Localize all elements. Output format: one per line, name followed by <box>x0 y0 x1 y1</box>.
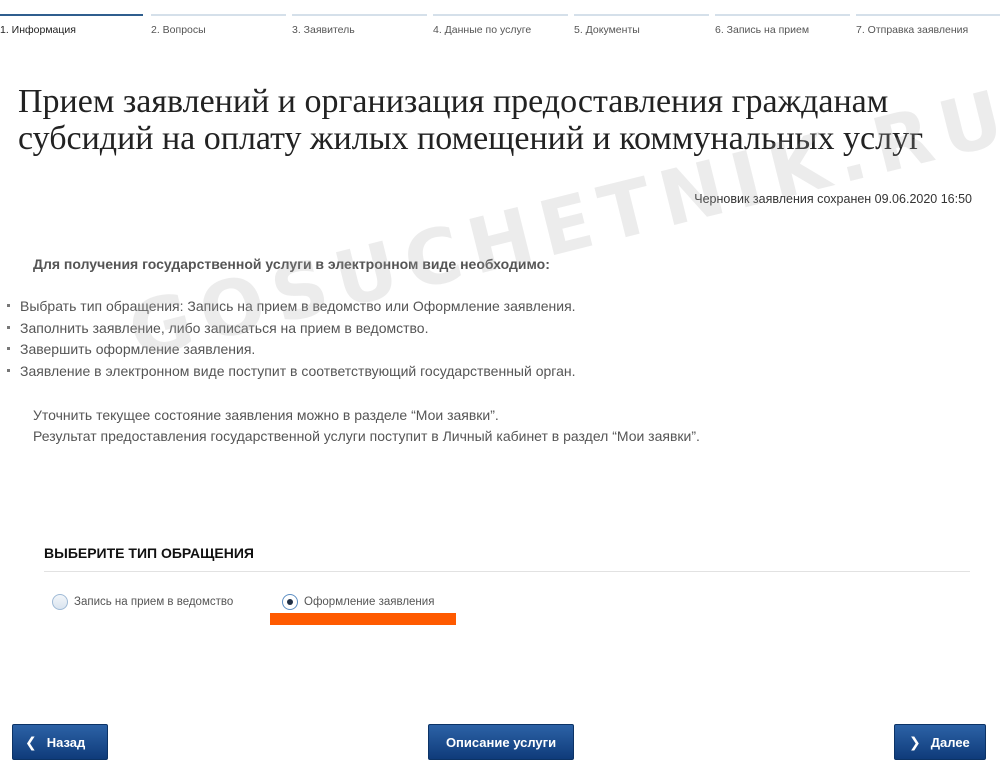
status-line: Уточнить текущее состояние заявления мож… <box>33 407 499 423</box>
step-information[interactable]: 1. Информация <box>0 14 143 38</box>
request-type-heading: ВЫБЕРИТЕ ТИП ОБРАЩЕНИЯ <box>44 545 254 561</box>
list-item: Заполнить заявление, либо записаться на … <box>0 320 576 342</box>
radio-unchecked-icon[interactable] <box>52 594 68 610</box>
intro-heading: Для получения государственной услуги в э… <box>33 256 550 272</box>
list-item: Заявление в электронном виде поступит в … <box>0 363 576 385</box>
radio-appointment[interactable]: Запись на прием в ведомство <box>52 592 233 612</box>
result-line: Результат предоставления государственной… <box>33 428 700 444</box>
list-item: Завершить оформление заявления. <box>0 341 576 363</box>
back-button[interactable]: ❮ Назад <box>12 724 108 760</box>
step-applicant[interactable]: 3. Заявитель <box>292 14 427 38</box>
wizard-steps: 1. Информация 2. Вопросы 3. Заявитель 4.… <box>0 14 1000 44</box>
chevron-left-icon: ❮ <box>25 733 37 750</box>
section-divider <box>44 571 970 572</box>
step-service-data[interactable]: 4. Данные по услуге <box>433 14 568 38</box>
radio-label-application: Оформление заявления <box>304 596 435 608</box>
radio-checked-icon[interactable] <box>282 594 298 610</box>
bullet-icon <box>7 304 10 307</box>
bullet-icon <box>7 368 10 372</box>
list-item: Выбрать тип обращения: Запись на прием в… <box>0 298 576 320</box>
service-description-button[interactable]: Описание услуги <box>428 724 574 760</box>
radio-label-appointment: Запись на прием в ведомство <box>74 596 234 608</box>
page-title: Прием заявлений и организация предоставл… <box>18 83 924 157</box>
selection-highlight <box>270 613 456 625</box>
next-button[interactable]: ❯ Далее <box>894 724 986 760</box>
bullet-icon <box>7 325 10 329</box>
chevron-right-icon: ❯ <box>909 733 921 750</box>
draft-status: Черновик заявления сохранен 09.06.2020 1… <box>694 192 972 206</box>
step-questions[interactable]: 2. Вопросы <box>151 14 286 38</box>
step-appointment[interactable]: 6. Запись на прием <box>715 14 850 38</box>
step-submission[interactable]: 7. Отправка заявления <box>856 14 1000 38</box>
instructions-list: Выбрать тип обращения: Запись на прием в… <box>0 298 576 384</box>
radio-application[interactable]: Оформление заявления <box>282 592 434 612</box>
step-documents[interactable]: 5. Документы <box>574 14 709 38</box>
status-note: Уточнить текущее состояние заявления мож… <box>33 405 700 447</box>
bullet-icon <box>7 347 10 350</box>
